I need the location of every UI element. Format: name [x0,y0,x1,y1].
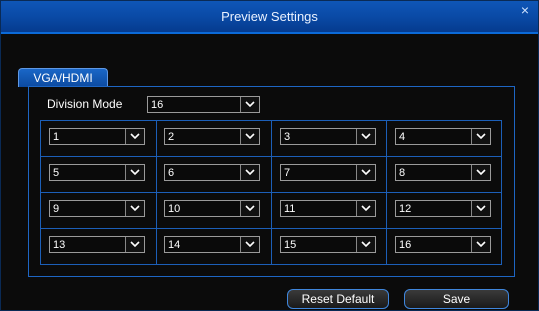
close-icon[interactable]: × [518,3,532,17]
channel-select-7[interactable]: 7 [280,164,376,181]
chevron-down-icon[interactable] [471,237,490,252]
chevron-down-icon[interactable] [471,201,490,216]
channel-value: 14 [168,239,181,251]
chevron-down-icon[interactable] [356,237,375,252]
chevron-down-icon[interactable] [125,201,144,216]
chevron-down-icon[interactable] [125,129,144,144]
chevron-down-icon[interactable] [356,165,375,180]
division-mode-value: 16 [151,99,164,111]
chevron-down-icon[interactable] [240,129,259,144]
channel-select-5[interactable]: 5 [49,164,145,181]
channel-value: 15 [284,239,297,251]
channel-value: 2 [168,131,175,143]
title-bar: Preview Settings × [1,1,538,34]
channel-value: 3 [284,131,291,143]
channel-value: 4 [399,131,406,143]
channel-value: 12 [399,203,412,215]
channel-select-8[interactable]: 8 [395,164,491,181]
channel-select-3[interactable]: 3 [280,128,376,145]
channel-value: 1 [53,131,60,143]
chevron-down-icon[interactable] [240,201,259,216]
channel-select-15[interactable]: 15 [280,236,376,253]
channel-select-2[interactable]: 2 [164,128,260,145]
division-mode-label: Division Mode [47,97,123,111]
channel-value: 7 [284,167,291,179]
channel-select-13[interactable]: 13 [49,236,145,253]
channel-select-9[interactable]: 9 [49,200,145,217]
tab-vga-hdmi[interactable]: VGA/HDMI [18,68,108,87]
channel-value: 9 [53,203,60,215]
division-mode-select[interactable]: 16 [147,96,260,113]
channel-value: 5 [53,167,60,179]
channel-select-6[interactable]: 6 [164,164,260,181]
chevron-down-icon[interactable] [125,165,144,180]
chevron-down-icon[interactable] [240,97,259,112]
chevron-down-icon[interactable] [125,237,144,252]
reset-default-button[interactable]: Reset Default [287,289,389,309]
chevron-down-icon[interactable] [240,237,259,252]
save-button[interactable]: Save [404,289,509,309]
channel-select-1[interactable]: 1 [49,128,145,145]
channel-select-16[interactable]: 16 [395,236,491,253]
chevron-down-icon[interactable] [471,165,490,180]
chevron-down-icon[interactable] [356,201,375,216]
chevron-down-icon[interactable] [471,129,490,144]
chevron-down-icon[interactable] [240,165,259,180]
channel-value: 13 [53,239,66,251]
channel-value: 16 [399,239,412,251]
channel-value: 11 [284,203,296,215]
channel-value: 10 [168,203,181,215]
preview-settings-dialog: Preview Settings × VGA/HDMI Division Mod… [0,0,539,311]
channel-select-11[interactable]: 11 [280,200,376,217]
channel-select-14[interactable]: 14 [164,236,260,253]
channel-select-10[interactable]: 10 [164,200,260,217]
channel-select-4[interactable]: 4 [395,128,491,145]
channel-select-12[interactable]: 12 [395,200,491,217]
chevron-down-icon[interactable] [356,129,375,144]
dialog-title: Preview Settings [221,9,318,24]
channel-value: 6 [168,167,175,179]
channel-value: 8 [399,167,406,179]
